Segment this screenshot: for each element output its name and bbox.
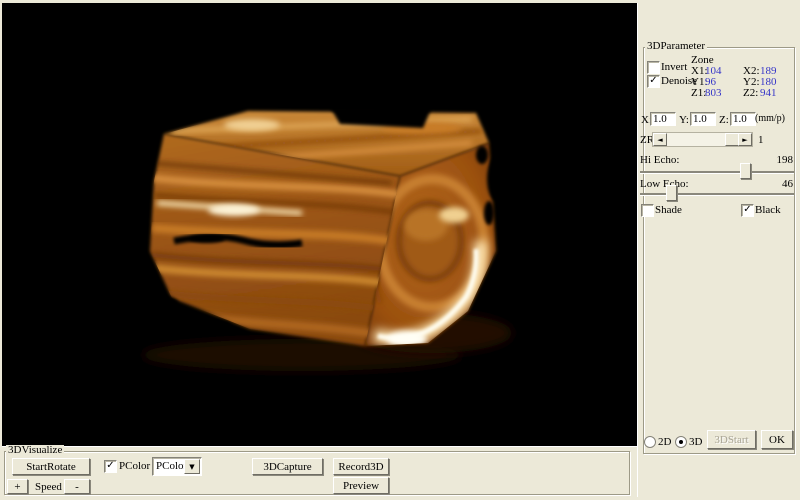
- parameter-group-title: 3DParameter: [645, 41, 707, 52]
- checkmark-icon: ✓: [106, 461, 114, 471]
- pcolor-checkbox-label: PColor: [119, 460, 150, 472]
- 3d-capture-button[interactable]: 3DCapture: [252, 458, 323, 475]
- app-window: 3DVisualize StartRotate + Speed - ✓ PCol…: [0, 0, 800, 500]
- pcolor-dropdown[interactable]: PColor ▼: [152, 457, 202, 476]
- 3d-viewport[interactable]: [2, 3, 637, 446]
- shade-checkbox[interactable]: ✓: [641, 204, 654, 217]
- zone-z2-value: 941: [760, 87, 777, 99]
- scale-y-label: Y:: [679, 114, 689, 126]
- speed-minus-button[interactable]: -: [64, 479, 90, 494]
- invert-label: Invert: [661, 61, 687, 73]
- record-3d-button[interactable]: Record3D: [333, 458, 389, 475]
- start-rotate-button[interactable]: StartRotate: [12, 458, 90, 475]
- hi-echo-slider-thumb[interactable]: [740, 163, 751, 179]
- zone-z1-value: 803: [705, 87, 722, 99]
- radio-dot-icon: [679, 440, 683, 444]
- checkmark-icon: ✓: [743, 205, 751, 215]
- mode-3d-radio[interactable]: [675, 436, 687, 448]
- mode-2d-radio[interactable]: [644, 436, 656, 448]
- preview-button[interactable]: Preview: [333, 477, 389, 494]
- zone-z1-label: Z1:: [691, 87, 706, 99]
- speed-label: Speed: [35, 481, 62, 493]
- zrate-scrollbar[interactable]: ◄ ►: [652, 132, 753, 147]
- shade-label: Shade: [655, 204, 682, 216]
- zrate-value: 1: [758, 134, 764, 146]
- volume-render: [2, 3, 637, 446]
- scale-z-input[interactable]: [730, 112, 756, 126]
- parameter-groupbox: [643, 47, 795, 454]
- bottom-toolbar: 3DVisualize StartRotate + Speed - ✓ PCol…: [2, 446, 637, 498]
- zone-z2-label: Z2:: [743, 87, 758, 99]
- dropdown-arrow-icon[interactable]: ▼: [184, 459, 200, 474]
- pcolor-dropdown-value: PColor: [156, 460, 187, 472]
- mode-3d-label: 3D: [689, 436, 702, 448]
- scale-x-input[interactable]: [650, 112, 676, 126]
- scroll-right-icon[interactable]: ►: [738, 133, 752, 146]
- denoise-checkbox[interactable]: ✓: [647, 75, 660, 88]
- visualize-group-title: 3DVisualize: [6, 445, 64, 456]
- scroll-left-icon[interactable]: ◄: [653, 133, 667, 146]
- black-checkbox[interactable]: ✓: [741, 204, 754, 217]
- low-echo-slider-thumb[interactable]: [666, 185, 677, 201]
- black-label: Black: [755, 204, 781, 216]
- invert-checkbox[interactable]: ✓: [647, 61, 660, 74]
- scale-y-input[interactable]: [690, 112, 716, 126]
- 3d-start-button[interactable]: 3DStart: [707, 430, 756, 449]
- pcolor-checkbox[interactable]: ✓: [104, 460, 117, 473]
- mode-2d-label: 2D: [658, 436, 671, 448]
- parameter-panel: 3DParameter ✓ Invert ✓ Denoise Zone X1: …: [637, 3, 799, 497]
- scale-unit-label: (mm/p): [755, 113, 785, 125]
- checkmark-icon: ✓: [649, 76, 657, 86]
- ok-button[interactable]: OK: [761, 430, 793, 449]
- speed-plus-button[interactable]: +: [7, 479, 28, 494]
- scale-z-label: Z:: [719, 114, 729, 126]
